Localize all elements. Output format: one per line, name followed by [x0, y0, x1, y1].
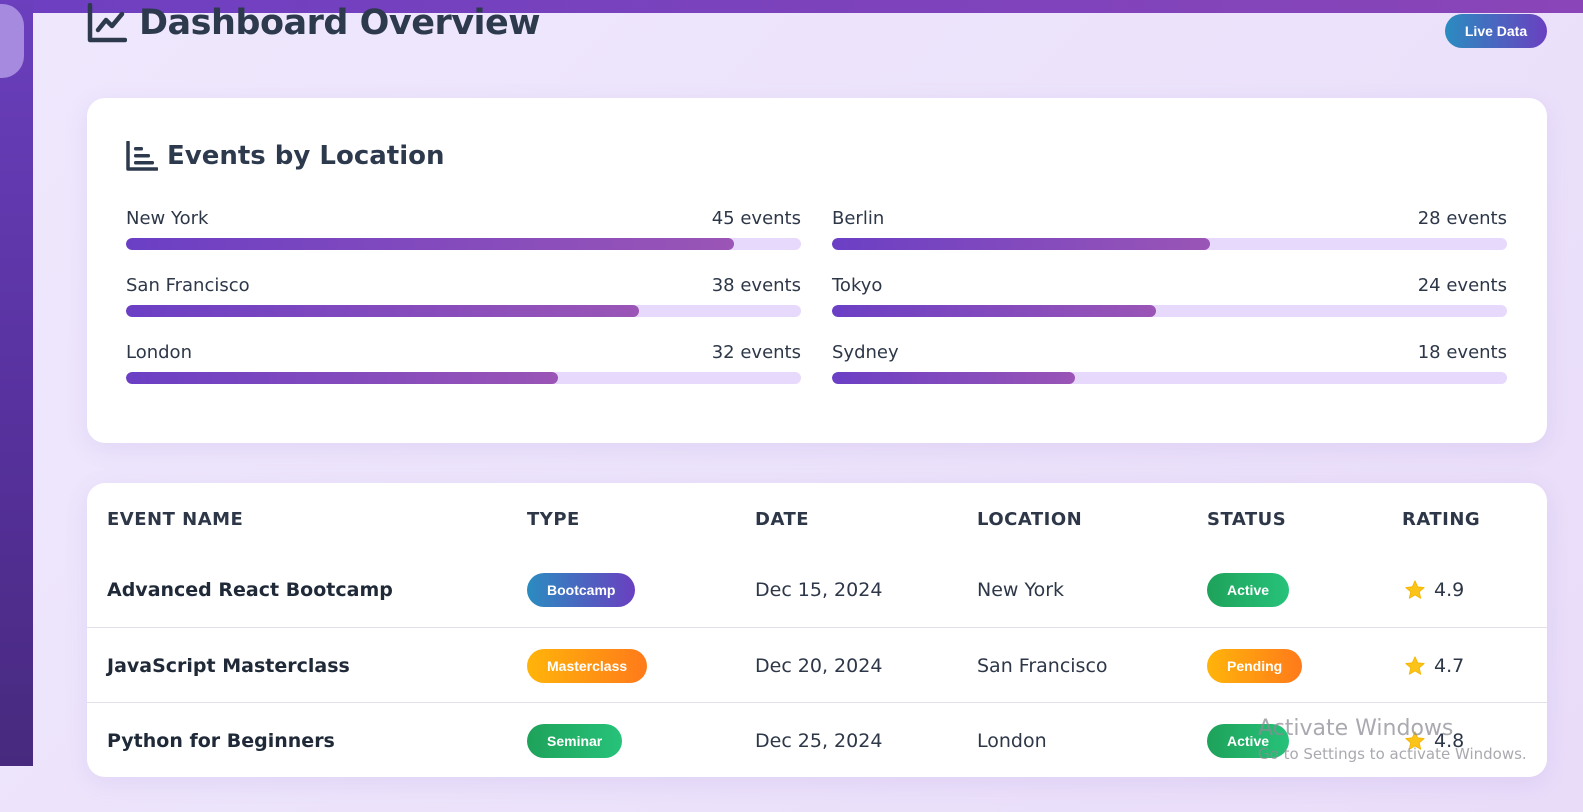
- live-data-badge[interactable]: Live Data: [1445, 14, 1547, 48]
- progress-fill: [126, 238, 734, 250]
- location-item: San Francisco 38 events: [126, 275, 801, 317]
- progress-fill: [126, 305, 639, 317]
- column-header-rating[interactable]: RATING: [1402, 509, 1480, 530]
- progress-fill: [832, 305, 1156, 317]
- column-header-date[interactable]: DATE: [755, 509, 809, 530]
- sidebar-toggle-button[interactable]: [0, 4, 24, 78]
- progress-fill: [126, 372, 558, 384]
- events-by-location-card: Events by Location New York 45 events Be…: [87, 98, 1547, 443]
- event-name: Advanced React Bootcamp: [107, 578, 393, 601]
- event-name: Python for Beginners: [107, 729, 335, 752]
- status-badge: Pending: [1207, 648, 1303, 683]
- page-title: Dashboard Overview: [139, 3, 541, 43]
- table-row[interactable]: JavaScript Masterclass Masterclass Dec 2…: [87, 627, 1547, 702]
- event-rating: 4.7: [1434, 654, 1465, 677]
- column-header-event-name[interactable]: EVENT NAME: [107, 509, 243, 530]
- progress-track: [832, 305, 1507, 317]
- location-count: 24 events: [1417, 275, 1507, 296]
- chart-line-icon: [87, 3, 127, 43]
- location-count: 32 events: [711, 342, 801, 363]
- progress-track: [126, 305, 801, 317]
- event-rating: 4.9: [1434, 578, 1465, 601]
- event-date: Dec 15, 2024: [755, 578, 883, 601]
- progress-track: [832, 372, 1507, 384]
- type-badge: Bootcamp: [527, 572, 636, 607]
- location-count: 18 events: [1417, 342, 1507, 363]
- event-date: Dec 20, 2024: [755, 654, 883, 677]
- location-item: Berlin 28 events: [832, 208, 1507, 250]
- location-count: 28 events: [1417, 208, 1507, 229]
- type-badge: Masterclass: [527, 648, 648, 683]
- location-name: Berlin: [832, 208, 885, 229]
- progress-fill: [832, 372, 1075, 384]
- location-name: Sydney: [832, 342, 899, 363]
- type-badge: Seminar: [527, 723, 623, 758]
- watermark-title: Activate Windows: [1258, 716, 1454, 741]
- sidebar: [0, 0, 33, 766]
- event-location: New York: [977, 578, 1065, 601]
- location-count: 38 events: [711, 275, 801, 296]
- location-name: New York: [126, 208, 209, 229]
- watermark-subtitle: Go to Settings to activate Windows.: [1258, 745, 1527, 763]
- location-item: New York 45 events: [126, 208, 801, 250]
- activate-windows-watermark: Activate Windows Go to Settings to activ…: [1258, 716, 1527, 763]
- location-name: Tokyo: [832, 275, 883, 296]
- star-icon: [1405, 655, 1425, 675]
- column-header-location[interactable]: LOCATION: [977, 509, 1082, 530]
- event-name: JavaScript Masterclass: [107, 654, 350, 677]
- location-item: London 32 events: [126, 342, 801, 384]
- event-date: Dec 25, 2024: [755, 729, 883, 752]
- progress-track: [126, 372, 801, 384]
- location-name: London: [126, 342, 192, 363]
- progress-fill: [832, 238, 1210, 250]
- card-header: Events by Location: [126, 141, 445, 171]
- event-location: San Francisco: [977, 654, 1108, 677]
- column-header-type[interactable]: TYPE: [527, 509, 580, 530]
- location-name: San Francisco: [126, 275, 250, 296]
- progress-track: [126, 238, 801, 250]
- bar-chart-icon: [126, 141, 158, 171]
- column-header-status[interactable]: STATUS: [1207, 509, 1286, 530]
- location-count: 45 events: [711, 208, 801, 229]
- location-item: Tokyo 24 events: [832, 275, 1507, 317]
- progress-track: [832, 238, 1507, 250]
- card-title: Events by Location: [167, 141, 445, 171]
- page-header: Dashboard Overview: [87, 0, 541, 52]
- location-item: Sydney 18 events: [832, 342, 1507, 384]
- event-location: London: [977, 729, 1047, 752]
- star-icon: [1405, 579, 1425, 599]
- table-row[interactable]: Advanced React Bootcamp Bootcamp Dec 15,…: [87, 552, 1547, 627]
- status-badge: Active: [1207, 572, 1290, 607]
